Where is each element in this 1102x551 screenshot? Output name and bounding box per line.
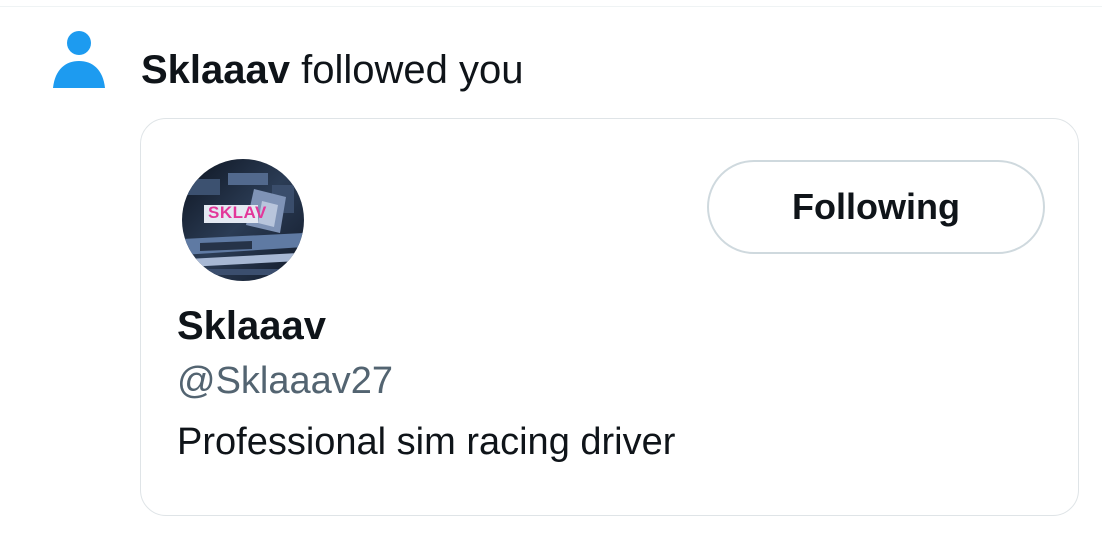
notification-actor[interactable]: Sklaaav	[141, 48, 290, 92]
following-button[interactable]: Following	[707, 160, 1045, 254]
user-handle[interactable]: @Sklaaav27	[177, 357, 393, 405]
user-card[interactable]: SKLAV Following Sklaaav @Sklaaav27 Profe…	[140, 118, 1079, 516]
display-name[interactable]: Sklaaav	[177, 301, 326, 351]
person-icon	[50, 30, 108, 92]
top-divider	[0, 6, 1102, 7]
avatar-logo-text: SKLAV	[208, 203, 267, 222]
user-bio: Professional sim racing driver	[177, 421, 676, 463]
notification-text: Sklaaav followed you	[141, 44, 524, 96]
notification-action: followed you	[301, 48, 524, 92]
avatar[interactable]: SKLAV	[182, 159, 304, 281]
